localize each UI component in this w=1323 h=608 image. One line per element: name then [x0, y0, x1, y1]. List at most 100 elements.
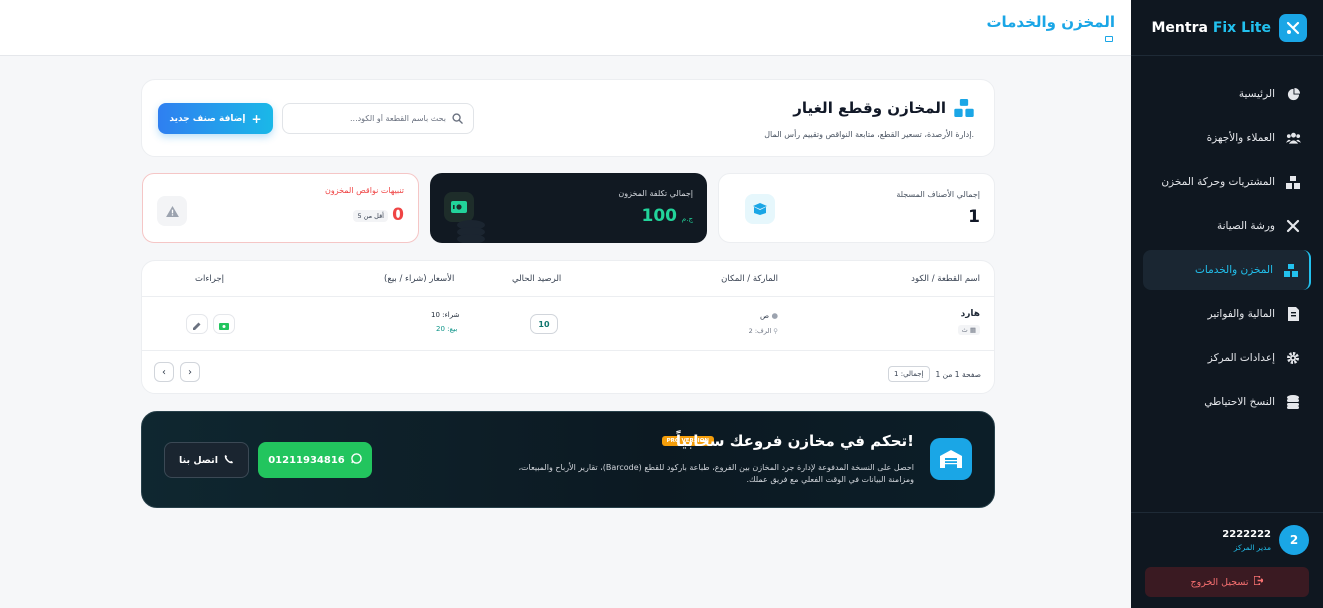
cash-icon	[219, 315, 229, 334]
pagination-info: إجمالي: 1 صفحة 1 من 1	[888, 366, 981, 382]
shelf-cell: الرف: 2 ⚲	[749, 327, 778, 335]
add-item-button[interactable]: إضافة صنف جديد +	[158, 103, 273, 134]
search-box[interactable]	[282, 103, 474, 134]
phone-icon	[224, 454, 234, 467]
tools-icon	[1285, 218, 1301, 234]
currency-unit: ج.م	[681, 215, 693, 223]
section-subtitle: إدارة الأرصدة، تسعير القطع، متابعة النوا…	[764, 130, 974, 139]
promo-title: تحكم في مخازن فروعك سحابياً!	[675, 432, 914, 450]
logout-label: تسجيل الخروج	[1190, 576, 1249, 588]
edit-button[interactable]	[186, 314, 208, 334]
tag-icon: ●	[771, 311, 778, 320]
topbar: المخزن والخدمات	[0, 0, 1131, 56]
whatsapp-number: 01211934816	[268, 454, 345, 466]
column-header-actions: إجراءات	[195, 274, 225, 284]
sidebar-item-label: إعدادات المركز	[1207, 352, 1275, 364]
total-count: إجمالي: 1	[888, 366, 930, 382]
page-text: صفحة 1 من 1	[935, 369, 981, 379]
sidebar-item-customers[interactable]: العملاء والأجهزة	[1143, 118, 1311, 158]
coins-decoration-icon	[457, 220, 485, 243]
page-title: المخزن والخدمات	[986, 13, 1115, 31]
sidebar-item-label: ورشة الصيانة	[1216, 220, 1275, 232]
whatsapp-button[interactable]: 01211934816	[258, 442, 372, 478]
column-header-stock[interactable]: الرصيد الحالي	[512, 274, 561, 284]
sidebar-item-home[interactable]: الرئيسية	[1143, 74, 1311, 114]
stat-shortage: تنبيهات نواقص المخزون 0 أقل من 5	[142, 173, 419, 243]
inventory-header-card: المخازن وقطع الغيار إدارة الأرصدة، تسعير…	[141, 79, 995, 157]
logout-icon	[1253, 575, 1265, 588]
contact-button[interactable]: اتصل بنا	[164, 442, 249, 478]
boxes-icon	[954, 98, 974, 118]
brand-cell: ص ●	[760, 311, 778, 320]
restock-button[interactable]	[213, 314, 235, 334]
sidebar-item-label: المالية والفواتير	[1207, 308, 1275, 320]
part-name: هارد	[960, 309, 980, 319]
table-row[interactable]: هارد ث ▦ ص ● الرف: 2 ⚲ 10 شراء: 10 بيع: …	[142, 297, 994, 351]
table-footer: إجمالي: 1 صفحة 1 من 1 › ‹	[142, 351, 994, 395]
boxes-icon	[1283, 262, 1299, 278]
users-icon	[1285, 130, 1301, 146]
stat-label: تنبيهات نواقص المخزون	[324, 186, 404, 195]
stat-total-items: إجمالي الأصناف المسجلة 1	[718, 173, 995, 243]
plus-icon: +	[251, 111, 262, 126]
gear-icon	[1285, 350, 1301, 366]
box-icon	[1105, 36, 1113, 42]
invoice-icon	[1285, 306, 1301, 322]
sidebar-nav: الرئيسية العملاء والأجهزة المشتريات وحرك…	[1131, 56, 1323, 422]
add-item-label: إضافة صنف جديد	[169, 113, 246, 124]
buy-price: شراء: 10	[431, 311, 460, 319]
sidebar-item-purchases[interactable]: المشتريات وحركة المخزن	[1143, 162, 1311, 202]
stat-value: 100	[641, 206, 678, 226]
stat-total-cost: إجمالي تكلفة المخزون 100 ج.م	[430, 173, 707, 243]
sidebar-item-label: العملاء والأجهزة	[1206, 132, 1275, 144]
barcode-icon: ▦	[969, 326, 976, 334]
warning-icon	[157, 196, 187, 226]
sidebar-item-workshop[interactable]: ورشة الصيانة	[1143, 206, 1311, 246]
sidebar-item-settings[interactable]: إعدادات المركز	[1143, 338, 1311, 378]
promo-description: احصل على النسخة المدفوعة لإدارة جرد المخ…	[518, 463, 914, 484]
column-header-name[interactable]: اسم القطعة / الكود	[911, 274, 980, 284]
chevron-right-icon: ›	[188, 366, 192, 378]
column-header-prices[interactable]: الأسعار (شراء / بيع)	[384, 274, 454, 284]
sidebar-item-inventory[interactable]: المخزن والخدمات	[1143, 250, 1311, 290]
next-page-button[interactable]: ›	[180, 362, 200, 382]
pencil-icon	[193, 315, 201, 334]
stock-badge: 10	[530, 314, 558, 334]
inventory-table: اسم القطعة / الكود الماركة / المكان الرص…	[141, 260, 995, 394]
sidebar-item-finance[interactable]: المالية والفواتير	[1143, 294, 1311, 334]
database-icon	[1285, 394, 1301, 410]
warehouse-icon	[930, 438, 972, 480]
sell-price: بيع: 20	[436, 325, 458, 333]
brand-name: Mentra Fix Lite	[1151, 19, 1272, 36]
threshold-badge: أقل من 5	[353, 210, 388, 222]
sidebar-item-label: المخزن والخدمات	[1195, 264, 1273, 276]
brand-text: ص	[759, 311, 770, 320]
tools-logo-icon	[1279, 13, 1307, 42]
logout-button[interactable]: تسجيل الخروج	[1145, 567, 1309, 597]
user-name: 2222222	[1222, 528, 1271, 540]
sidebar-item-label: النسخ الاحتياطي	[1204, 396, 1275, 408]
sidebar: Mentra Fix Lite الرئيسية العملاء والأجهز…	[1131, 0, 1323, 608]
avatar[interactable]: 2	[1279, 525, 1309, 555]
prev-page-button[interactable]: ‹	[154, 362, 174, 382]
stat-value: 1	[968, 207, 980, 227]
sidebar-item-backup[interactable]: النسخ الاحتياطي	[1143, 382, 1311, 422]
boxes-icon	[1285, 174, 1301, 190]
sidebar-item-label: الرئيسية	[1238, 88, 1275, 100]
part-code: ث ▦	[957, 325, 980, 335]
contact-label: اتصل بنا	[179, 454, 218, 466]
brand[interactable]: Mentra Fix Lite	[1131, 0, 1323, 56]
pie-chart-icon	[1285, 86, 1301, 102]
user-box: 2222222 مدير المركز 2 تسجيل الخروج	[1131, 512, 1323, 608]
column-header-brand[interactable]: الماركة / المكان	[721, 274, 778, 284]
stat-label: إجمالي الأصناف المسجلة	[896, 190, 980, 199]
chevron-left-icon: ‹	[162, 366, 166, 378]
section-title-text: المخازن وقطع الغيار	[793, 99, 946, 117]
stats-row: إجمالي الأصناف المسجلة 1 إجمالي تكلفة ال…	[141, 173, 995, 243]
shelf-text: الرف: 2	[748, 327, 772, 335]
part-code-text: ث	[961, 326, 968, 334]
section-title: المخازن وقطع الغيار	[793, 98, 974, 118]
stat-label: إجمالي تكلفة المخزون	[618, 189, 693, 198]
user-role: مدير المركز	[1233, 542, 1271, 552]
search-input[interactable]	[296, 114, 446, 123]
